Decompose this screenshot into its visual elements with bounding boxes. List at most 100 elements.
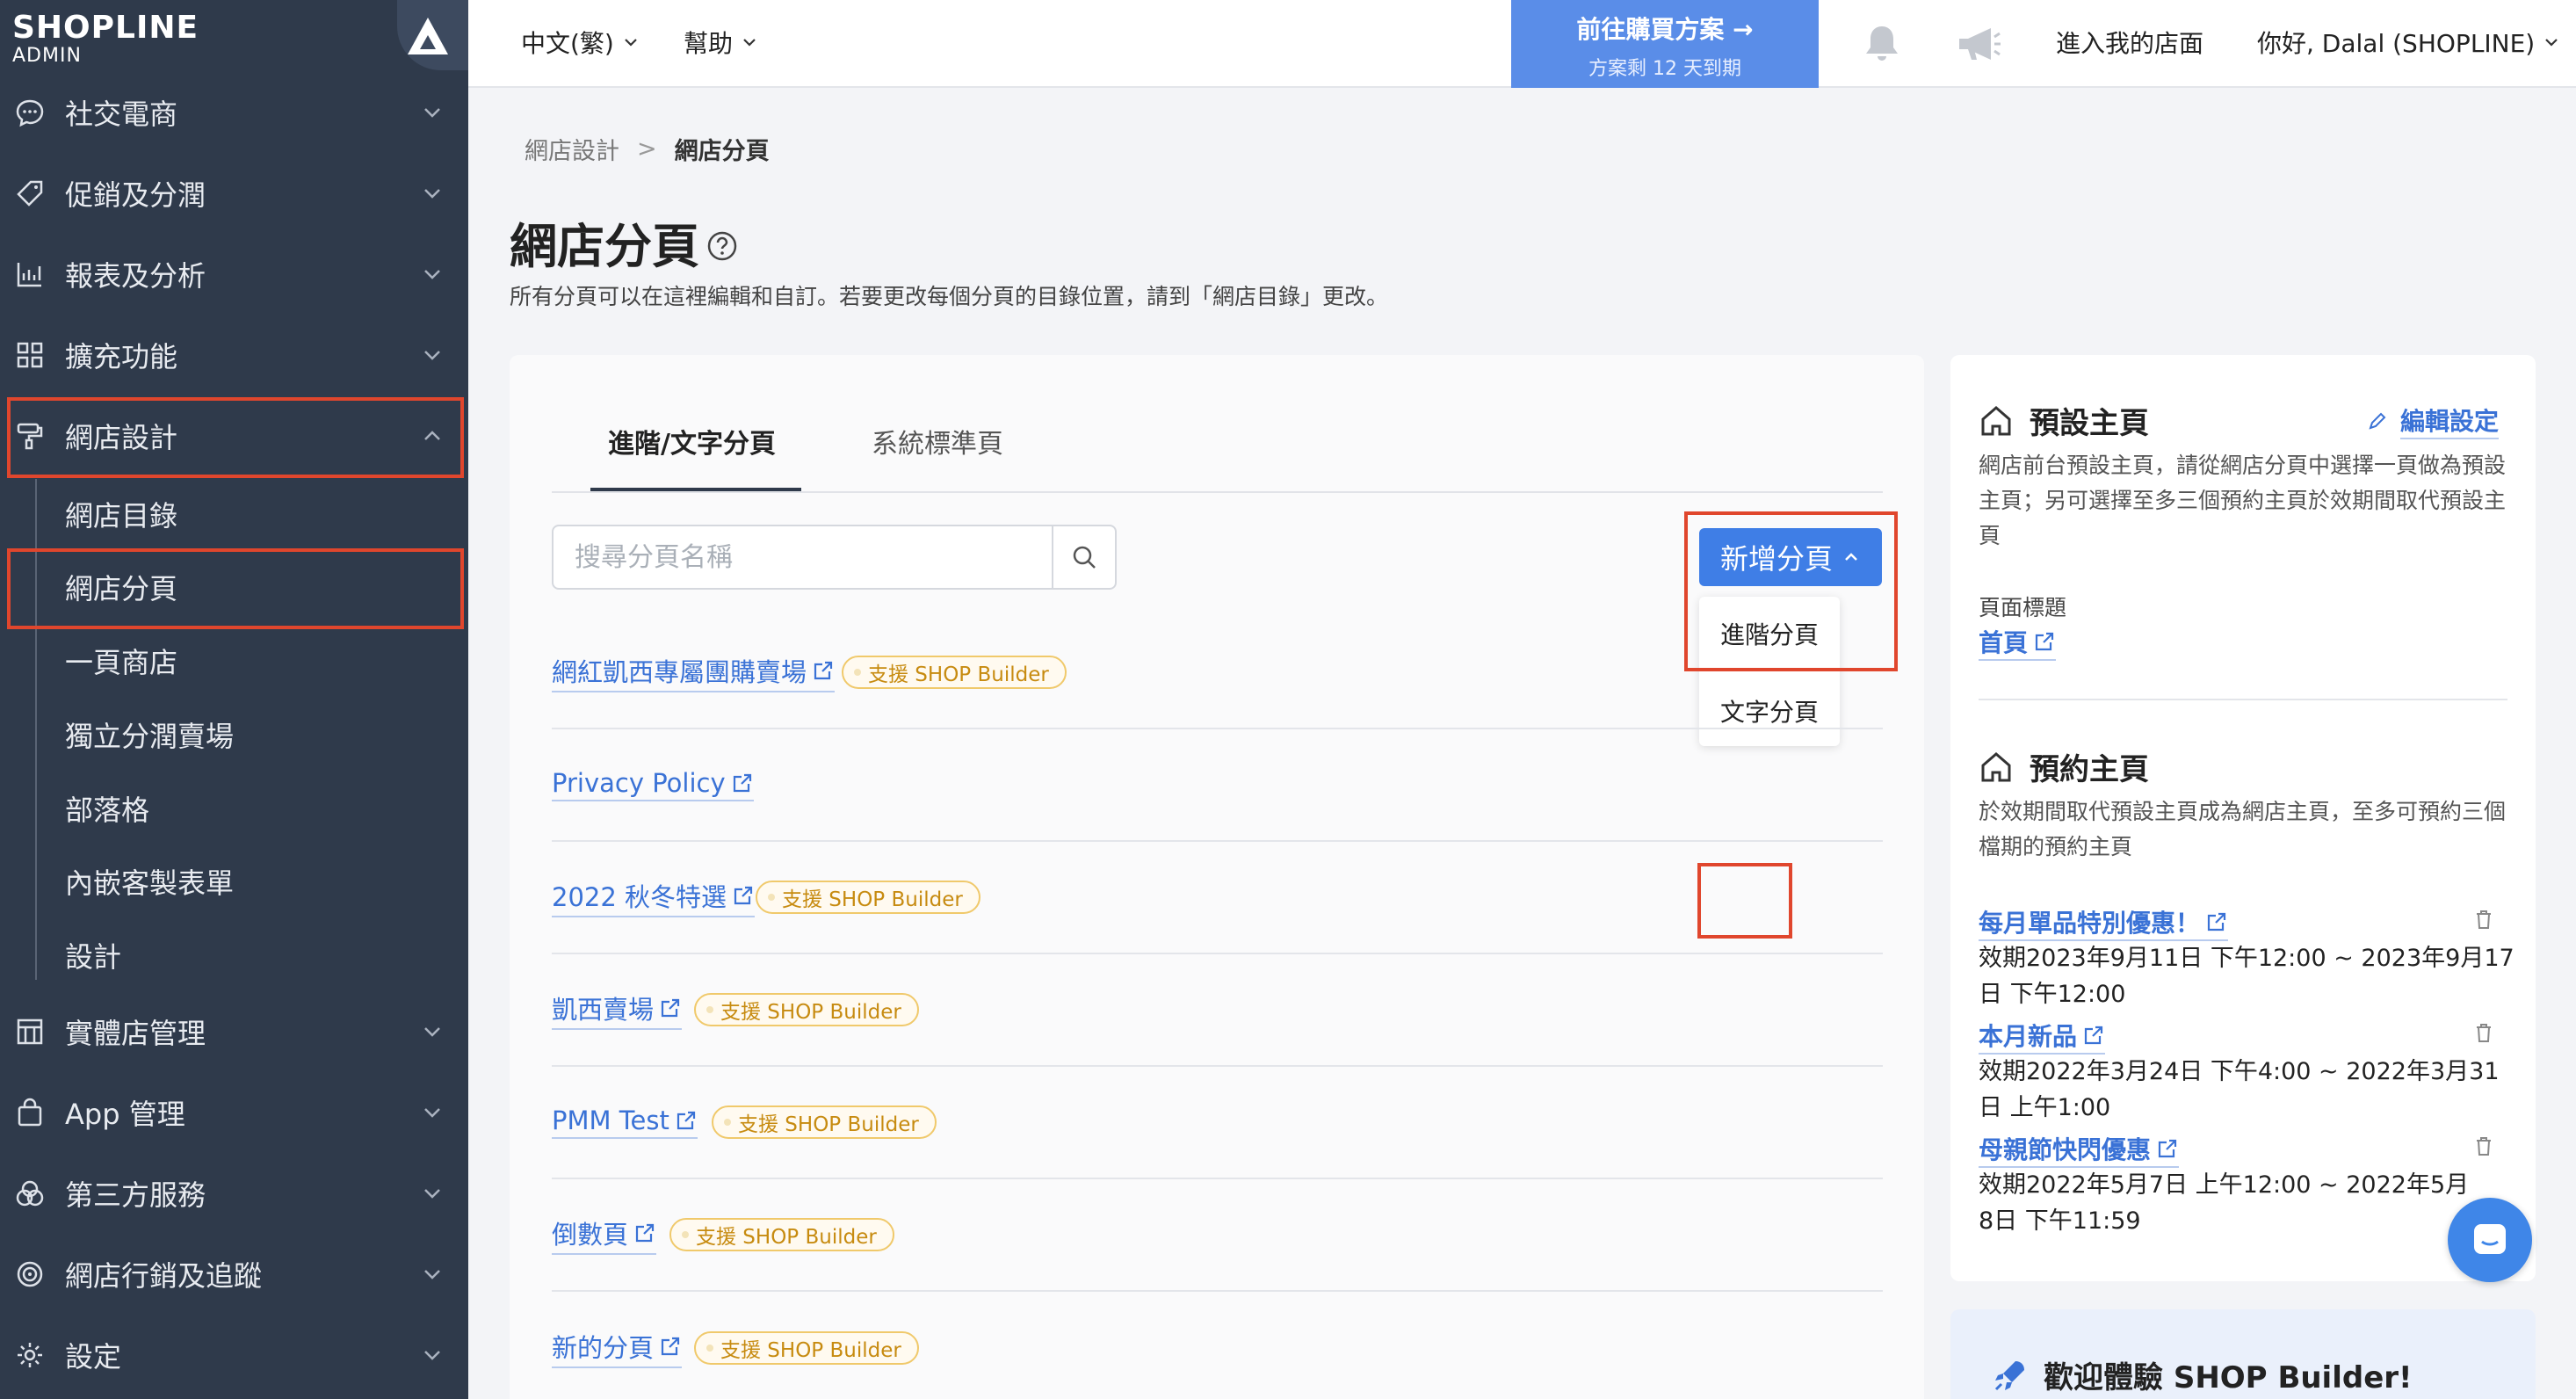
section-divider: [1979, 699, 2507, 700]
logo-text: SHOPLINE: [12, 10, 199, 46]
shopline-logo[interactable]: SHOPLINE ADMIN: [12, 11, 199, 67]
logo-subtext: ADMIN: [12, 45, 82, 67]
pencil-icon: [2369, 412, 2386, 430]
page-title-text: 網店分頁: [510, 219, 699, 274]
chevron-down-icon: [424, 108, 440, 118]
table-row: 網紅凱西專屬團購賣場 支援 SHOP Builder: [552, 617, 1883, 729]
sidebar-item-label: 擴充功能: [65, 340, 178, 373]
sidebar-item-label: 設定: [65, 1340, 122, 1374]
chevron-down-icon: [424, 1189, 440, 1199]
search-box: [552, 525, 1117, 590]
store-icon: [12, 1014, 47, 1049]
bell-icon[interactable]: [1862, 23, 1902, 65]
shopline-mark-icon: [408, 18, 448, 54]
badge-text: 支援 SHOP Builder: [738, 1113, 919, 1136]
trash-icon[interactable]: [2474, 1135, 2493, 1156]
shop-builder-badge: 支援 SHOP Builder: [694, 1331, 919, 1365]
sidebar-subitem-blog[interactable]: 部落格: [65, 773, 149, 844]
chat-bubble-icon: [12, 95, 47, 130]
default-home-title-text: 預設主頁: [2030, 406, 2149, 441]
language-selector[interactable]: 中文(繁): [521, 25, 640, 60]
visit-store-link[interactable]: 進入我的店面: [2056, 25, 2203, 60]
chevron-down-icon: [424, 270, 440, 279]
external-link-icon: [733, 773, 751, 793]
scheduled-home-description: 於效期間取代預設主頁成為網店主頁，至多可預約三個檔期的預約主頁: [1979, 799, 2507, 859]
scheduled-period: 效期2023年9月11日 下午12:00 ~ 2023年9月17日 下午12:0…: [1979, 945, 2514, 1008]
sidebar-item-label: 網店行銷及追蹤: [65, 1259, 263, 1293]
trash-icon[interactable]: [2474, 909, 2493, 930]
page-name: 新的分頁: [552, 1333, 655, 1363]
upgrade-plan-button[interactable]: 前往購買方案 → 方案剩 12 天到期: [1511, 0, 1819, 88]
badge-dot: [854, 669, 861, 676]
sidebar-subitem-affiliate-store[interactable]: 獨立分潤賣場: [65, 700, 234, 770]
default-home-description: 網店前台預設主頁，請從網店分頁中選擇一頁做為預設主頁；另可選擇至多三個預約主頁於…: [1979, 453, 2507, 548]
sidebar-item-reports[interactable]: 報表及分析: [0, 236, 468, 313]
gear-icon: [12, 1337, 47, 1373]
chevron-down-icon: [2545, 39, 2558, 47]
tab-divider: [552, 491, 1883, 493]
scheduled-page-link[interactable]: 母親節快閃優惠: [1979, 1131, 2180, 1168]
tab-system-pages[interactable]: 系統標準頁: [872, 422, 1003, 460]
target-icon: [12, 1257, 47, 1292]
sidebar-item-retail-store[interactable]: 實體店管理: [0, 993, 468, 1070]
sidebar-item-app-management[interactable]: App 管理: [0, 1074, 468, 1151]
home-icon: [1981, 405, 2011, 435]
sidebar-subitem-design[interactable]: 設計: [65, 920, 121, 990]
language-label: 中文(繁): [521, 29, 614, 58]
page-link[interactable]: 2022 秋冬特選: [552, 877, 756, 917]
page-link[interactable]: 新的分頁: [552, 1328, 683, 1368]
collapse-sidebar-button[interactable]: [397, 0, 468, 70]
scheduled-page-name: 母親節快閃優惠: [1979, 1135, 2152, 1164]
page-link[interactable]: 倒數頁: [552, 1214, 657, 1255]
sidebar-item-settings[interactable]: 設定: [0, 1316, 468, 1394]
sidebar-item-promotions[interactable]: 促銷及分潤: [0, 155, 468, 232]
sidebar-subitem-store-menu[interactable]: 網店目錄: [65, 479, 177, 549]
table-row: 新的分頁 支援 SHOP Builder 編輯: [552, 1292, 2391, 1399]
sidebar-item-social-commerce[interactable]: 社交電商: [0, 74, 468, 151]
search-icon: [1073, 546, 1096, 569]
highlight-edit-button: [1697, 863, 1792, 939]
sidebar-item-marketing[interactable]: 網店行銷及追蹤: [0, 1236, 468, 1313]
tag-icon: [12, 176, 47, 211]
external-link-icon: [814, 661, 833, 680]
tab-advanced-pages[interactable]: 進階/文字分頁: [608, 422, 776, 460]
page-title: 網店分頁: [510, 207, 738, 277]
megaphone-icon[interactable]: [1956, 25, 2003, 63]
breadcrumb-parent[interactable]: 網店設計: [525, 132, 619, 166]
page-name: Privacy Policy: [552, 768, 726, 798]
sidebar-item-extensions[interactable]: 擴充功能: [0, 316, 468, 394]
page-link[interactable]: PMM Test: [552, 1105, 698, 1139]
services-icon: [12, 1176, 47, 1211]
external-link-icon: [677, 1111, 695, 1130]
page-link[interactable]: 網紅凱西專屬團購賣場: [552, 652, 836, 692]
shop-builder-badge: 支援 SHOP Builder: [669, 1218, 894, 1251]
badge-text: 支援 SHOP Builder: [720, 1001, 901, 1024]
external-link-icon: [734, 886, 753, 905]
chat-launcher-button[interactable]: [2448, 1198, 2532, 1282]
external-link-icon: [635, 1223, 655, 1243]
table-row: Privacy Policy 編輯: [552, 729, 2391, 842]
scheduled-page-name: 每月單品特別優惠！: [1979, 909, 2201, 938]
user-menu[interactable]: 你好, Dalal (SHOPLINE): [2257, 25, 2561, 60]
edit-settings-link[interactable]: 編輯設定: [2367, 402, 2500, 439]
sidebar-subitem-custom-form[interactable]: 內嵌客製表單: [65, 846, 234, 917]
homepage-link[interactable]: 首頁: [1979, 624, 2057, 661]
page-link[interactable]: 凱西賣場: [552, 989, 683, 1030]
sidebar-item-third-party[interactable]: 第三方服務: [0, 1155, 468, 1232]
upgrade-title: 前往購買方案 →: [1576, 15, 1754, 44]
badge-dot: [682, 1231, 689, 1238]
scheduled-page-link[interactable]: 每月單品特別優惠！: [1979, 904, 2229, 941]
sidebar-subitem-one-page-store[interactable]: 一頁商店: [65, 626, 177, 696]
search-input[interactable]: [554, 526, 1054, 588]
sidebar-item-label: 報表及分析: [65, 259, 206, 293]
page-link[interactable]: Privacy Policy: [552, 768, 754, 801]
scheduled-page-link[interactable]: 本月新品: [1979, 1018, 2106, 1055]
external-link-icon: [661, 998, 680, 1018]
default-home-title: 預設主頁: [1979, 399, 2149, 442]
badge-text: 支援 SHOP Builder: [868, 663, 1049, 686]
search-button[interactable]: [1052, 526, 1115, 588]
page-name: 網紅凱西專屬團購賣場: [552, 657, 807, 687]
help-circle-icon[interactable]: [706, 230, 738, 262]
help-menu[interactable]: 幫助: [684, 25, 759, 60]
trash-icon[interactable]: [2474, 1022, 2493, 1043]
